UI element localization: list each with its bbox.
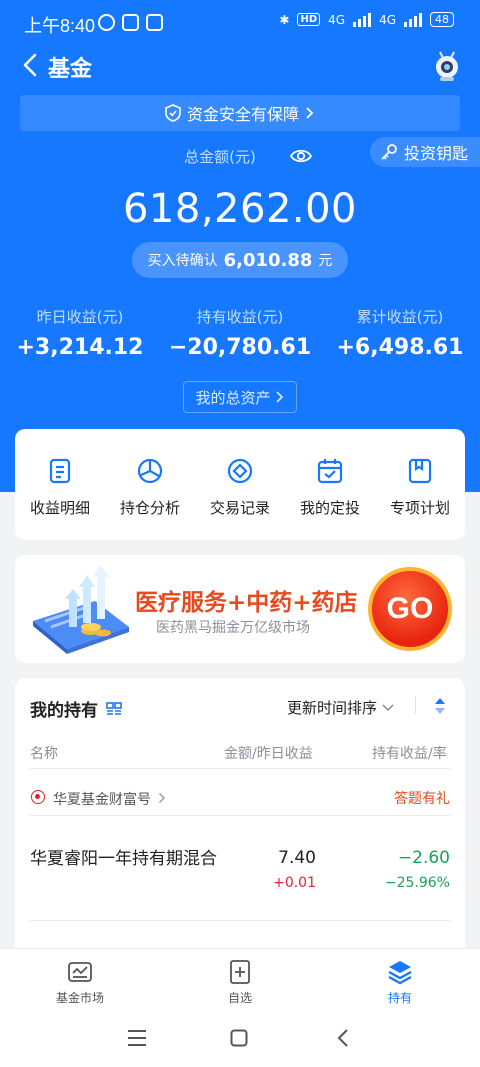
- network-type: 4G: [328, 12, 346, 27]
- fund-holding-rate: −25.96%: [384, 875, 450, 891]
- growth-card-illustration: [33, 565, 129, 654]
- stat-yesterday-earnings: 昨日收益(元) +3,214.12: [0, 306, 160, 360]
- medical-promo-banner[interactable]: 医疗服务+中药+药店 医药黑马掘金万亿级市场 GO: [15, 555, 465, 663]
- document-icon: [49, 458, 71, 484]
- holdings-title-text: 我的持有: [30, 701, 98, 721]
- stat-value: +3,214.12: [16, 335, 144, 360]
- pending-label: 买入待确认: [147, 253, 218, 269]
- chevron-right-icon: [159, 793, 165, 803]
- quick-action-label: 我的定投: [299, 499, 360, 517]
- promo-subtitle: 医药黑马掘金万亿级市场: [156, 620, 310, 636]
- alarm-icon: [98, 14, 115, 31]
- pending-confirmation-pill[interactable]: 买入待确认 6,010.88 元: [132, 242, 348, 278]
- system-navigation-bar: [0, 1008, 480, 1067]
- total-assets-label: 我的总资产: [195, 388, 271, 407]
- tab-fund-market[interactable]: 基金市场: [0, 949, 160, 1008]
- tab-label: 基金市场: [55, 991, 104, 1005]
- quick-action-my-fixed-investment[interactable]: 我的定投: [285, 429, 375, 540]
- tab-label: 自选: [227, 991, 252, 1005]
- pending-unit: 元: [318, 253, 333, 269]
- hd-badge: HD: [297, 13, 321, 26]
- promo-title: 医疗服务+中药+药店: [135, 590, 358, 616]
- divider: [30, 768, 450, 769]
- stat-label: 持有收益(元): [196, 308, 284, 326]
- quick-action-label: 专项计划: [389, 499, 450, 517]
- market-icon: [68, 962, 92, 982]
- column-header-return: 持有收益/率: [372, 746, 447, 762]
- tab-watchlist[interactable]: 自选: [160, 949, 320, 1008]
- quick-action-transaction-records[interactable]: 交易记录: [195, 429, 285, 540]
- eye-visibility-icon[interactable]: [290, 148, 312, 164]
- chevron-down-icon: [382, 703, 394, 711]
- battery-level: 48: [430, 12, 454, 27]
- stat-label: 昨日收益(元): [36, 308, 124, 326]
- divider: [30, 815, 450, 816]
- quick-action-label: 持仓分析: [119, 499, 180, 517]
- bluetooth-icon: ✱: [279, 12, 290, 27]
- quick-action-position-analysis[interactable]: 持仓分析: [105, 429, 195, 540]
- menu-icon[interactable]: [127, 1029, 147, 1047]
- total-amount-value: 618,262.00: [122, 186, 358, 232]
- fund-name: 华夏睿阳一年持有期混合: [30, 849, 217, 869]
- stat-value: −20,780.61: [168, 335, 312, 360]
- pending-amount: 6,010.88: [223, 249, 313, 271]
- home-icon[interactable]: [230, 1029, 248, 1047]
- fund-safety-banner[interactable]: 资金安全有保障: [20, 95, 460, 131]
- total-amount-label-text: 总金额(元): [184, 148, 256, 166]
- bookmark-icon: [408, 458, 432, 484]
- fund-amount: 7.40: [278, 848, 316, 868]
- sort-dropdown[interactable]: 更新时间排序: [287, 697, 394, 718]
- stat-value: +6,498.61: [336, 335, 464, 360]
- stat-cumulative-earnings: 累计收益(元) +6,498.61: [320, 306, 480, 360]
- column-header-amount: 金额/昨日收益: [224, 746, 313, 762]
- stat-holding-earnings: 持有收益(元) −20,780.61: [160, 306, 320, 360]
- total-amount-label: 总金额(元): [0, 146, 480, 167]
- my-holdings-card: 我的持有 更新时间排序 名称 金额/昨日收益 持有收益/率 华夏基金财富号 答题…: [15, 678, 465, 968]
- shield-check-icon: [165, 104, 181, 122]
- quick-actions-card: 收益明细 持仓分析 交易记录 我的定投 专项计划: [15, 429, 465, 540]
- divider: [415, 696, 416, 714]
- chinaamc-logo-icon: [31, 790, 45, 804]
- record-circle-icon: [227, 458, 253, 484]
- fund-safety-text: 资金安全有保障: [186, 105, 299, 124]
- network-type-2: 4G: [379, 12, 396, 27]
- stat-label: 累计收益(元): [356, 308, 444, 326]
- back-icon[interactable]: [336, 1028, 350, 1048]
- bottom-tab-bar: 基金市场 自选 持有: [0, 948, 480, 1008]
- fund-house-name: 华夏基金财富号: [53, 792, 151, 808]
- assistant-robot-icon[interactable]: [432, 50, 462, 82]
- page-title: 基金: [48, 57, 93, 82]
- app-notification-icon: [122, 14, 139, 31]
- chevron-right-icon: [306, 107, 314, 119]
- column-header-name: 名称: [30, 746, 58, 762]
- quick-action-label: 收益明细: [29, 499, 90, 517]
- fund-holding-return: −2.60: [397, 848, 450, 868]
- chevron-right-icon: [275, 391, 283, 403]
- quiz-reward-link[interactable]: 答题有礼: [394, 788, 450, 808]
- alipay-notification-icon: [146, 14, 163, 31]
- tab-label: 持有: [387, 991, 412, 1005]
- quick-action-label: 交易记录: [209, 499, 270, 517]
- total-assets-button[interactable]: 我的总资产: [183, 381, 297, 413]
- quick-action-special-plan[interactable]: 专项计划: [375, 429, 465, 540]
- promo-go-button[interactable]: GO: [368, 567, 452, 651]
- layers-icon: [388, 961, 412, 985]
- watchlist-add-icon: [230, 960, 250, 984]
- sort-arrows-icon[interactable]: [433, 696, 447, 716]
- divider: [30, 920, 450, 921]
- tab-holdings[interactable]: 持有: [320, 949, 480, 1008]
- status-time: 上午8:40: [24, 16, 96, 36]
- back-arrow-icon[interactable]: [18, 52, 44, 78]
- quick-action-earnings-detail[interactable]: 收益明细: [15, 429, 105, 540]
- calendar-check-icon: [317, 459, 343, 484]
- holdings-title: 我的持有: [30, 696, 122, 721]
- signal-icon-2: [404, 12, 422, 27]
- status-bar: 上午8:40 ✱ HD 4G 4G 48: [0, 0, 480, 44]
- nav-bar: 基金: [0, 44, 480, 88]
- pie-chart-icon: [137, 458, 163, 484]
- signal-icon: [353, 12, 372, 27]
- fund-yesterday-earnings: +0.01: [273, 875, 316, 891]
- sort-label: 更新时间排序: [287, 699, 378, 717]
- grid-view-icon[interactable]: [106, 701, 122, 716]
